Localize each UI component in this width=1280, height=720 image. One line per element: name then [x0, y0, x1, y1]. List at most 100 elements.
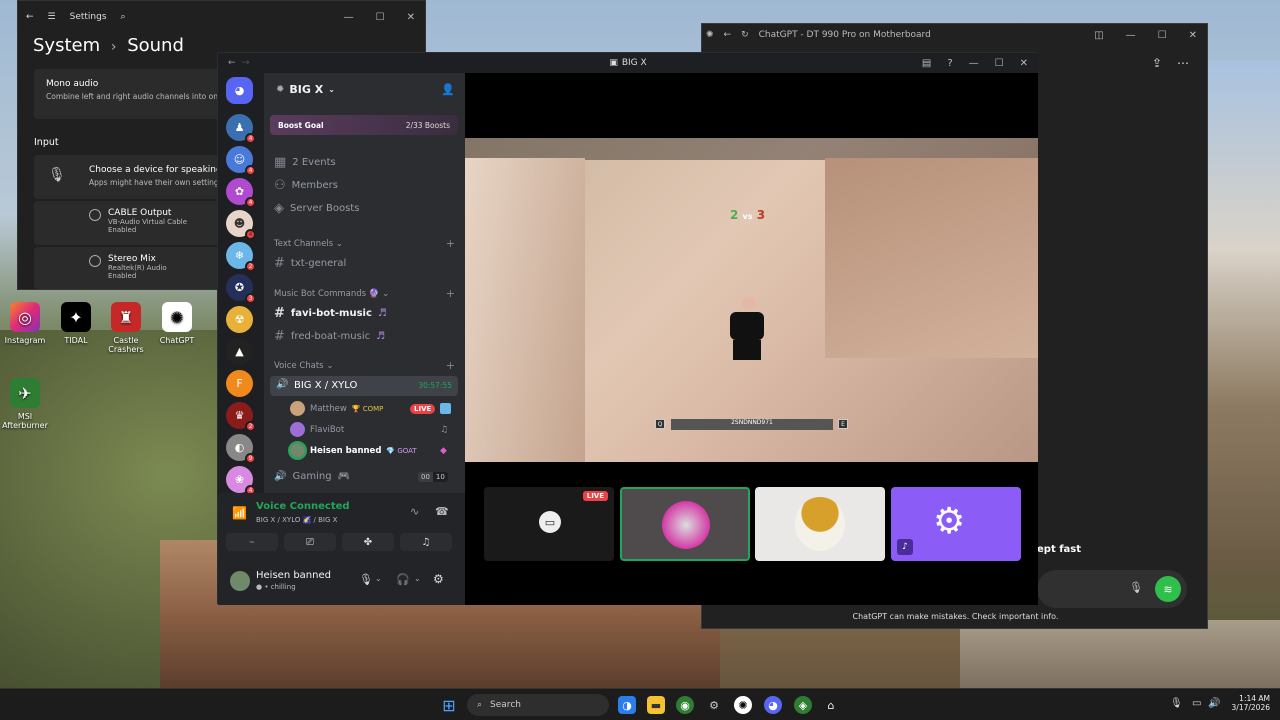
headphones-icon[interactable]: 🎧: [396, 573, 410, 586]
sidebar-toggle-icon[interactable]: ◫: [1094, 30, 1103, 41]
file-explorer-icon[interactable]: ▬: [647, 696, 665, 714]
clock[interactable]: 1:14 AM 3/17/2026: [1226, 694, 1270, 712]
copilot-icon[interactable]: ◑: [618, 696, 636, 714]
inbox-icon[interactable]: ▤: [922, 58, 931, 69]
breadcrumb-parent[interactable]: System: [33, 35, 100, 56]
add-channel-icon[interactable]: +: [446, 237, 455, 250]
category-music-bot[interactable]: Music Bot Commands 🔮 ⌄: [274, 289, 389, 299]
server-icon-10[interactable]: ♛ 2: [226, 402, 256, 432]
minimize-icon[interactable]: —: [969, 58, 979, 69]
start-icon[interactable]: ⊞: [440, 696, 458, 715]
server-name-header[interactable]: ✹ BIG X ⌄: [276, 83, 335, 96]
radio-button[interactable]: [89, 209, 101, 221]
gear-icon[interactable]: ⚙: [433, 572, 444, 586]
stream-tile-heisen[interactable]: [620, 487, 750, 561]
desktop-icon-chatgpt[interactable]: ✺ ChatGPT: [147, 302, 207, 345]
voice-channel-selected[interactable]: 🔊 BIG X / XYLO 30:57:55: [270, 376, 458, 396]
desktop-icon-msi-afterburner[interactable]: ✈ MSI Afterburner: [0, 378, 55, 430]
music-note-icon: ♬: [376, 331, 386, 342]
events-item[interactable]: ▦ 2 Events: [274, 155, 336, 170]
back-icon[interactable]: ←: [724, 30, 732, 40]
add-channel-icon[interactable]: +: [446, 359, 455, 372]
server-icon-5[interactable]: ❄ 2: [226, 242, 256, 272]
minimize-icon[interactable]: —: [344, 12, 354, 23]
disconnect-icon[interactable]: ☎: [435, 505, 449, 518]
close-icon[interactable]: ✕: [1020, 58, 1028, 69]
discord-taskbar-icon[interactable]: ◕: [764, 696, 782, 714]
maximize-icon[interactable]: ☐: [995, 58, 1004, 69]
voice-channel-gaming[interactable]: 🔊 Gaming 🎮: [274, 471, 350, 482]
voice-user-flavibot[interactable]: FlaviBot ♫: [290, 422, 448, 437]
more-options-icon[interactable]: ⋯: [1177, 56, 1189, 70]
server-boosts-item[interactable]: ◈ Server Boosts: [274, 201, 359, 216]
server-icon-2[interactable]: ☺ 4: [226, 146, 256, 176]
chatgpt-taskbar-icon[interactable]: ✺: [734, 696, 752, 714]
back-icon[interactable]: ←: [228, 58, 236, 68]
voice-user-matthew[interactable]: Matthew 🏆 COMP LIVE: [290, 401, 451, 416]
volume-icon[interactable]: 🔊: [1208, 698, 1220, 709]
boost-goal-bar[interactable]: Boost Goal 2/33 Boosts: [270, 115, 458, 135]
chevron-down-icon[interactable]: ⌄: [375, 574, 382, 583]
server-icon-9[interactable]: F: [226, 370, 253, 397]
channel-txt-general[interactable]: # txt-general: [274, 256, 346, 271]
invite-people-icon[interactable]: 👤: [441, 83, 455, 96]
server-icon-12[interactable]: ❀ 4: [226, 466, 256, 496]
close-icon[interactable]: ✕: [407, 12, 415, 23]
server-icon-4[interactable]: ☻ 4: [226, 210, 256, 240]
voice-connected-channel[interactable]: BIG X / XYLO 🌠 / BIG X: [256, 516, 337, 524]
chevron-down-icon[interactable]: ⌄: [414, 574, 421, 583]
maximize-icon[interactable]: ☐: [376, 12, 385, 23]
menu-icon[interactable]: ☰: [48, 12, 56, 22]
activities-icon[interactable]: ✤: [342, 533, 394, 551]
server-icon-1[interactable]: ♟ 4: [226, 114, 256, 144]
browser-icon[interactable]: ◈: [794, 696, 812, 714]
add-channel-icon[interactable]: +: [446, 287, 455, 300]
microphone-icon[interactable]: 🎙: [1129, 581, 1143, 594]
watch-stream-icon: ▭: [539, 511, 561, 533]
game-stream-view[interactable]: 2 vs 3 Q 2SNDNND971 E: [465, 138, 1038, 462]
camera-off-icon[interactable]: ⌁: [226, 533, 278, 551]
microphone-icon: 🎙: [48, 167, 66, 183]
server-icon-7[interactable]: ☢: [226, 306, 253, 333]
channel-fred-boat-music[interactable]: # fred-boat-music ♬: [274, 329, 385, 344]
network-icon[interactable]: ▭: [1192, 698, 1201, 709]
settings-gear-icon[interactable]: ⚙: [705, 696, 723, 714]
signal-icon[interactable]: 📶: [232, 506, 247, 520]
discord-window-title: BIG X: [621, 58, 647, 68]
soundboard-icon[interactable]: ♫: [400, 533, 452, 551]
voice-user-heisen[interactable]: Heisen banned 💎 GOAT ◆: [288, 441, 447, 460]
noise-suppression-icon[interactable]: ∿: [410, 505, 419, 518]
microphone-tray-icon[interactable]: 🎙: [1170, 698, 1183, 709]
server-icon-3[interactable]: ✿ 4: [226, 178, 256, 208]
chrome-icon[interactable]: ◉: [676, 696, 694, 714]
server-icon-6[interactable]: ✪ 3: [226, 274, 256, 304]
chat-input-box[interactable]: 🎙 ≋: [1037, 570, 1187, 608]
server-icon-11[interactable]: ◐ 9: [226, 434, 256, 464]
discord-home-icon[interactable]: ◕: [226, 77, 253, 104]
help-icon[interactable]: ?: [947, 58, 952, 69]
screen-share-icon[interactable]: ⎚: [284, 533, 336, 551]
stream-tile-matthew[interactable]: LIVE ▭: [484, 487, 614, 561]
share-icon[interactable]: ⇪: [1152, 56, 1162, 70]
category-text-channels[interactable]: Text Channels ⌄: [274, 239, 343, 249]
microphone-icon[interactable]: 🎙: [359, 573, 373, 586]
category-voice-chats[interactable]: Voice Chats ⌄: [274, 361, 333, 371]
game-player-character: [730, 296, 770, 366]
search-icon[interactable]: ⌕: [121, 12, 126, 22]
avatar[interactable]: [230, 571, 250, 591]
stream-tile-flavibot[interactable]: ⚙ ♪: [891, 487, 1021, 561]
maximize-icon[interactable]: ☐: [1158, 30, 1167, 41]
stream-tile-user[interactable]: [755, 487, 885, 561]
server-icon-8[interactable]: ▲: [226, 338, 253, 365]
members-item[interactable]: ⚇ Members: [274, 178, 338, 193]
radio-button[interactable]: [89, 255, 101, 267]
channel-favi-bot-music[interactable]: # favi-bot-music ♬: [274, 306, 387, 321]
refresh-icon[interactable]: ↻: [741, 30, 749, 40]
forward-icon[interactable]: →: [242, 58, 250, 68]
close-icon[interactable]: ✕: [1189, 30, 1197, 41]
back-icon[interactable]: ←: [26, 12, 34, 22]
voice-mode-icon[interactable]: ≋: [1155, 576, 1181, 602]
minimize-icon[interactable]: —: [1126, 30, 1136, 41]
search-box[interactable]: ⌕ Search: [467, 694, 609, 716]
mouse-software-icon[interactable]: ⌂: [822, 696, 840, 714]
